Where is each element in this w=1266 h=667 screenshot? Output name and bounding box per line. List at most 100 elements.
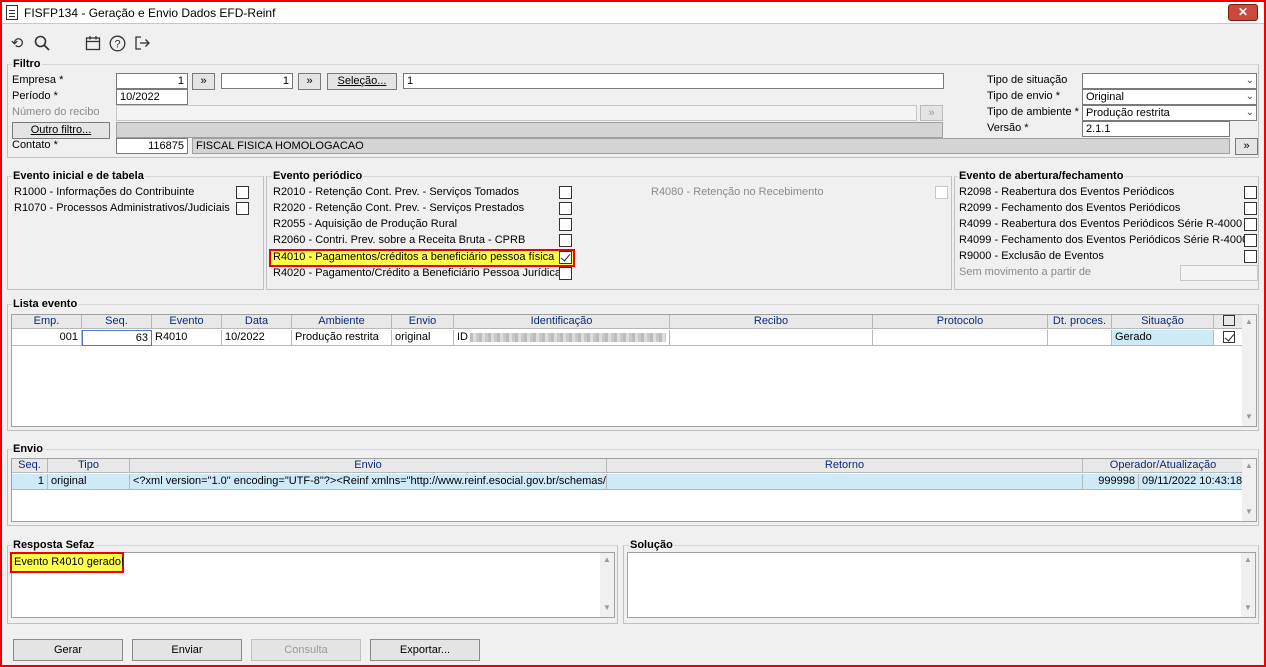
envio-title: Envio (12, 443, 44, 455)
r4099-fechamento-label: R4099 - Fechamento dos Eventos Periódico… (959, 234, 1249, 246)
resposta-title: Resposta Sefaz (12, 539, 96, 551)
r2098-label: R2098 - Reabertura dos Eventos Periódico… (959, 186, 1175, 198)
col-ambiente[interactable]: Ambiente (292, 315, 392, 329)
cell-seq[interactable]: 63 (82, 330, 152, 346)
scroll-down-icon[interactable]: ▼ (1242, 507, 1256, 519)
col-envio-seq[interactable]: Seq. (12, 459, 48, 473)
empresa-to-input[interactable]: 1 (221, 73, 293, 89)
scroll-down-icon[interactable]: ▼ (1241, 603, 1255, 615)
col-seq[interactable]: Seq. (82, 315, 152, 329)
scroll-up-icon[interactable]: ▲ (1241, 555, 1255, 567)
col-identificacao[interactable]: Identificação (454, 315, 670, 329)
tipo-ambiente-value: Produção restrita (1086, 107, 1170, 119)
r2099-checkbox[interactable] (1244, 202, 1257, 215)
envio-scrollbar[interactable]: ▲ ▼ (1242, 459, 1256, 521)
r4099-reabertura-checkbox[interactable] (1244, 218, 1257, 231)
tipo-ambiente-select[interactable]: Produção restrita ⌄ (1082, 105, 1257, 121)
enviar-button[interactable]: Enviar (132, 639, 242, 661)
search-icon[interactable] (33, 35, 51, 53)
solucao-textarea[interactable]: ▲ ▼ (627, 552, 1256, 618)
cell-emp: 001 (12, 330, 82, 346)
svg-text:?: ? (114, 39, 120, 51)
col-emp[interactable]: Emp. (12, 315, 82, 329)
sem-movimento-input[interactable] (1180, 265, 1258, 281)
r1000-checkbox[interactable] (236, 186, 249, 199)
r4020-checkbox[interactable] (559, 267, 572, 280)
empresa-to-expand-button[interactable]: » (298, 73, 321, 90)
cell-ambiente: Produção restrita (292, 330, 392, 346)
r2060-checkbox[interactable] (559, 234, 572, 247)
tipo-situacao-select[interactable]: ⌄ (1082, 73, 1257, 89)
r2098-checkbox[interactable] (1244, 186, 1257, 199)
row-select-checkbox[interactable] (1223, 331, 1235, 343)
recibo-input[interactable] (116, 105, 917, 121)
r2055-checkbox[interactable] (559, 218, 572, 231)
outro-filtro-button[interactable]: Outro filtro... (12, 122, 110, 139)
cell-envio-xml: <?xml version="1.0" encoding="UTF-8"?><R… (130, 474, 607, 490)
r4010-checkbox[interactable] (559, 251, 572, 264)
r1070-checkbox[interactable] (236, 202, 249, 215)
scroll-up-icon[interactable]: ▲ (1242, 317, 1256, 329)
r2020-checkbox[interactable] (559, 202, 572, 215)
consulta-button[interactable]: Consulta (251, 639, 361, 661)
col-envio-tipo[interactable]: Tipo (48, 459, 130, 473)
gerar-button[interactable]: Gerar (13, 639, 123, 661)
exportar-button[interactable]: Exportar... (370, 639, 480, 661)
select-all-checkbox[interactable] (1223, 315, 1235, 326)
contato-code-input[interactable]: 116875 (116, 138, 188, 154)
undo-icon[interactable]: ⟲ (8, 35, 26, 53)
scroll-down-icon[interactable]: ▼ (600, 603, 614, 615)
r9000-label: R9000 - Exclusão de Eventos (959, 250, 1104, 262)
r4099-fechamento-checkbox[interactable] (1244, 234, 1257, 247)
tipo-envio-value: Original (1086, 91, 1124, 103)
r4020-label: R4020 - Pagamento/Crédito a Beneficiário… (273, 267, 561, 279)
scroll-down-icon[interactable]: ▼ (1242, 412, 1256, 424)
selecao-input[interactable]: 1 (403, 73, 944, 89)
col-data[interactable]: Data (222, 315, 292, 329)
empresa-label: Empresa * (12, 74, 64, 86)
window-title: FISFP134 - Geração e Envio Dados EFD-Rei… (24, 6, 276, 20)
title-bar: FISFP134 - Geração e Envio Dados EFD-Rei… (2, 2, 1264, 24)
r4080-label: R4080 - Retenção no Recebimento (651, 186, 824, 198)
lista-evento-scrollbar[interactable]: ▲ ▼ (1242, 315, 1256, 426)
resposta-scrollbar[interactable]: ▲ ▼ (600, 553, 614, 617)
col-envio-operador[interactable]: Operador/Atualização (1083, 459, 1244, 473)
tipo-situacao-label: Tipo de situação (987, 74, 1068, 86)
empresa-expand-button[interactable]: » (192, 73, 215, 90)
col-evento[interactable]: Evento (152, 315, 222, 329)
scroll-up-icon[interactable]: ▲ (1242, 461, 1256, 473)
cell-evento: R4010 (152, 330, 222, 346)
col-envio-retorno[interactable]: Retorno (607, 459, 1083, 473)
cell-protocolo (873, 330, 1048, 346)
contato-label: Contato * (12, 139, 58, 151)
r4080-checkbox[interactable] (935, 186, 948, 199)
col-recibo[interactable]: Recibo (670, 315, 873, 329)
selecao-button[interactable]: Seleção... (327, 73, 397, 90)
cell-envio-operador: 999998 (1083, 474, 1139, 490)
col-protocolo[interactable]: Protocolo (873, 315, 1048, 329)
versao-input[interactable]: 2.1.1 (1082, 121, 1230, 137)
col-dt-proces[interactable]: Dt. proces. (1048, 315, 1112, 329)
recibo-expand-button[interactable]: » (920, 105, 943, 121)
solucao-title: Solução (629, 539, 674, 551)
periodo-input[interactable]: 10/2022 (116, 89, 188, 105)
cell-envio-atualizacao: 09/11/2022 10:43:18 (1139, 474, 1244, 490)
document-icon (6, 5, 18, 20)
tipo-envio-select[interactable]: Original ⌄ (1082, 89, 1257, 105)
empresa-from-input[interactable]: 1 (116, 73, 188, 89)
r9000-checkbox[interactable] (1244, 250, 1257, 263)
col-select-all[interactable] (1214, 315, 1244, 329)
r2010-checkbox[interactable] (559, 186, 572, 199)
calendar-icon[interactable] (84, 35, 102, 53)
col-situacao[interactable]: Situação (1112, 315, 1214, 329)
cell-envio-retorno (607, 474, 1083, 490)
scroll-up-icon[interactable]: ▲ (600, 555, 614, 567)
col-envio-xml[interactable]: Envio (130, 459, 607, 473)
contato-expand-button[interactable]: » (1235, 138, 1258, 155)
close-button[interactable]: ✕ (1228, 4, 1258, 21)
solucao-scrollbar[interactable]: ▲ ▼ (1241, 553, 1255, 617)
resposta-text: Evento R4010 gerado! (14, 556, 125, 568)
help-icon[interactable]: ? (108, 35, 126, 53)
col-envio[interactable]: Envio (392, 315, 454, 329)
exit-icon[interactable] (133, 35, 151, 53)
